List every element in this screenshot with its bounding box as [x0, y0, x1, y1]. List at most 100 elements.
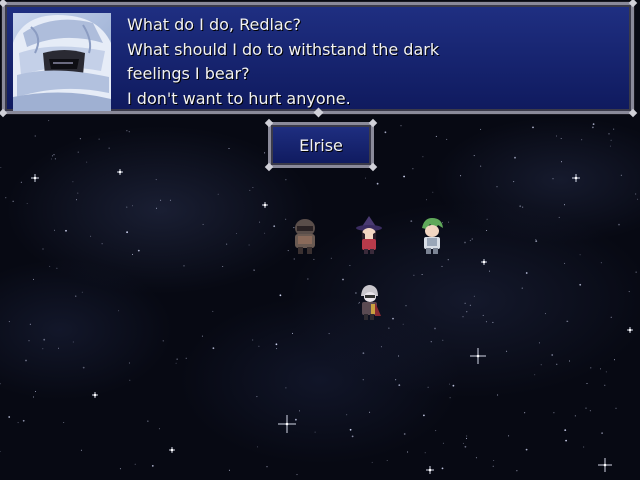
star: [449, 397, 451, 399]
star: [285, 387, 287, 389]
star: [489, 270, 490, 272]
star: [17, 422, 19, 424]
sparkle-star: [262, 202, 268, 208]
star: [285, 218, 287, 220]
star: [371, 461, 373, 463]
star: [392, 317, 394, 320]
star: [574, 415, 576, 417]
star: [132, 253, 133, 255]
star: [365, 177, 366, 179]
star: [147, 420, 149, 422]
sparkle-star: [31, 174, 39, 182]
star: [98, 138, 100, 140]
star: [51, 155, 53, 157]
armored-knight-sprite[interactable]: [289, 216, 321, 256]
star: [276, 348, 278, 350]
star: [569, 360, 570, 362]
star: [81, 291, 83, 293]
star: [252, 339, 254, 341]
star: [126, 206, 128, 208]
star: [426, 199, 427, 201]
star: [79, 138, 81, 140]
star: [54, 158, 56, 160]
star: [410, 220, 413, 223]
sparkle-star: [572, 174, 580, 182]
star: [610, 316, 612, 318]
star: [592, 126, 594, 129]
star: [422, 156, 424, 158]
star: [292, 332, 293, 334]
star: [566, 320, 568, 322]
star: [48, 120, 50, 122]
star: [403, 433, 406, 435]
star: [601, 432, 603, 434]
star: [592, 123, 595, 125]
star: [58, 347, 59, 349]
star: [126, 130, 128, 132]
star: [258, 345, 260, 347]
star: [82, 366, 85, 369]
star: [600, 262, 602, 264]
star: [400, 125, 402, 127]
star: [349, 265, 351, 266]
green-haired-boy-sprite[interactable]: [416, 216, 448, 256]
star: [8, 416, 11, 418]
star: [558, 216, 560, 218]
star: [435, 135, 437, 137]
star: [264, 232, 266, 234]
star: [217, 193, 219, 195]
star: [551, 354, 554, 356]
star: [544, 313, 546, 315]
star: [351, 435, 354, 438]
star: [49, 265, 51, 267]
witch-hat-girl-sprite[interactable]: [353, 216, 385, 256]
star: [462, 316, 464, 318]
star: [212, 310, 214, 312]
star: [464, 445, 467, 448]
star: [583, 446, 585, 448]
star: [362, 379, 364, 381]
star: [610, 139, 612, 141]
star: [212, 347, 215, 350]
star: [441, 265, 443, 267]
star: [395, 379, 397, 381]
star: [608, 133, 610, 135]
star: [29, 323, 31, 325]
speaker-name-box: Elrise: [264, 118, 378, 172]
star: [482, 314, 484, 316]
star: [119, 468, 121, 470]
star: [253, 269, 255, 271]
star: [0, 451, 1, 452]
star: [492, 465, 494, 467]
star: [266, 466, 268, 468]
star: [519, 205, 522, 208]
star: [452, 384, 455, 387]
message-window[interactable]: What do I do, Redlac? What should I do t…: [0, 0, 638, 118]
star: [556, 363, 558, 365]
star: [169, 199, 171, 201]
star: [613, 128, 615, 130]
star: [442, 442, 444, 444]
star: [473, 295, 475, 297]
star: [525, 272, 528, 274]
star: [129, 379, 131, 381]
star: [155, 179, 157, 181]
star: [314, 431, 316, 433]
star: [635, 193, 637, 195]
star: [432, 191, 434, 193]
star: [183, 265, 185, 267]
star: [257, 446, 258, 448]
star: [635, 271, 637, 273]
star: [77, 192, 79, 194]
star: [469, 240, 471, 242]
star: [506, 350, 508, 352]
star: [26, 203, 28, 204]
dialogue-line: What do I do, Redlac?: [127, 15, 302, 34]
masked-hooded-figure-sprite[interactable]: [353, 282, 385, 322]
star: [460, 175, 462, 177]
star: [475, 457, 477, 459]
star: [412, 168, 414, 170]
star: [54, 229, 55, 231]
sparkle-star: [598, 458, 612, 472]
star: [369, 411, 371, 413]
